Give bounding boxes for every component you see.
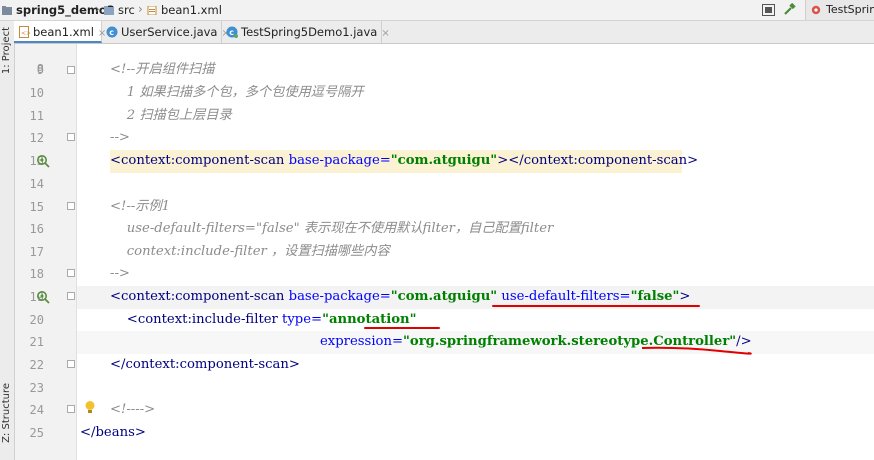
xml-tag: > (679, 289, 691, 304)
code-line-comment[interactable]: <!----> (110, 399, 155, 422)
code-line-comment[interactable]: --> (110, 127, 130, 150)
build-hammer-icon[interactable] (783, 3, 796, 16)
fold-toggle[interactable] (67, 360, 75, 368)
java-test-class-icon: c (226, 26, 238, 38)
xml-value: "com.atguigu" (390, 153, 498, 168)
line-number: 18 (29, 267, 44, 281)
line-number: 24 (29, 403, 44, 417)
code-line-comment[interactable]: 1 如果扫描多个包，多个包使用逗号隔开 (110, 82, 364, 105)
xml-attribute: use-default-filters= (497, 289, 631, 304)
java-class-icon: c (106, 26, 118, 38)
line-number: 15 (29, 200, 44, 214)
close-tab-icon[interactable]: × (381, 28, 389, 39)
code-line-comment[interactable]: use-default-filters="false" 表示现在不使用默认fil… (110, 218, 554, 241)
xml-tag: <context:include-filter (110, 312, 283, 327)
editor-tab-bar: <> bean1.xml × c UserService.java × c TestSpr… (14, 21, 874, 44)
code-line-comment[interactable]: 2 扫描包上层目录 (110, 105, 232, 128)
xml-attribute: type= (282, 312, 323, 327)
fold-toggle[interactable] (67, 292, 75, 300)
code-line-comment[interactable]: context:include-filter ，设置扫描哪些内容 (110, 241, 390, 264)
tab-userservice-java[interactable]: c UserService.java × (102, 21, 230, 43)
line-number: 12 (29, 131, 44, 145)
window-layout-icon[interactable] (762, 4, 775, 16)
line-number: 11 (29, 109, 44, 123)
annotation-underline (492, 305, 700, 307)
xml-value: "com.atguigu" (390, 289, 498, 304)
tab-bean1-xml[interactable]: <> bean1.xml × (14, 21, 106, 43)
code-line-component-scan[interactable]: <context:component-scan base-package="co… (110, 150, 698, 173)
xml-attribute: base-package= (288, 289, 391, 304)
svg-text:<>: <> (21, 30, 30, 37)
line-number: 23 (29, 381, 44, 395)
intention-bulb-icon[interactable] (84, 400, 96, 415)
xml-tag: <context:component-scan (110, 153, 289, 168)
breadcrumb-separator: › (138, 2, 143, 16)
xml-value: "false" (630, 289, 680, 304)
xml-attribute: expression= (320, 334, 404, 349)
xml-value: "annotation" (322, 312, 417, 327)
fold-toggle[interactable] (67, 133, 75, 141)
project-folder-icon (2, 6, 12, 15)
xml-tag: ></context:component-scan> (497, 153, 699, 168)
code-line-comment[interactable]: <!--示例1 (110, 196, 170, 219)
xml-file-icon: <> (19, 26, 30, 38)
xml-attribute: base-package= (288, 153, 391, 168)
line-number: 17 (29, 245, 44, 259)
fold-toggle[interactable] (67, 269, 75, 277)
code-line-comment[interactable]: <!--开启组件扫描 (110, 59, 214, 82)
breadcrumb-file[interactable]: bean1.xml (147, 3, 222, 17)
line-number: 14 (29, 177, 44, 191)
code-line-closing-tag[interactable]: </context:component-scan> (110, 354, 300, 377)
code-line-closing-beans[interactable]: </beans> (80, 422, 146, 445)
spring-bean-scan-icon[interactable] (36, 154, 50, 168)
run-configuration-selector[interactable]: TestSpring (805, 0, 874, 20)
folder-icon (104, 6, 114, 15)
tab-testspring5demo1-java[interactable]: c TestSpring5Demo1.java × (222, 21, 390, 43)
navigation-bar: spring5_demo3 › src › bean1.xml TestSpri… (0, 0, 874, 21)
breadcrumb-separator: › (95, 2, 100, 16)
breadcrumb-folder[interactable]: src (104, 3, 135, 17)
line-number: 10 (29, 86, 44, 100)
xml-file-icon (147, 6, 157, 15)
fold-toggle[interactable] (67, 405, 75, 413)
line-number: 22 (29, 358, 44, 372)
run-config-label: TestSpring (826, 3, 874, 16)
xml-tag: <context:component-scan (110, 289, 289, 304)
line-number: 25 (29, 426, 44, 440)
line-number: 21 (29, 335, 44, 349)
fold-toggle[interactable] (67, 202, 75, 210)
run-config-icon (811, 5, 821, 15)
line-number: 20 (29, 313, 44, 327)
svg-text:c: c (109, 28, 114, 37)
annotation-underline (641, 346, 752, 355)
spring-bean-scan-icon[interactable] (36, 290, 50, 304)
line-number: 9 (36, 63, 44, 77)
code-line-comment[interactable]: --> (110, 263, 130, 286)
fold-toggle[interactable] (67, 66, 75, 74)
line-number: 16 (29, 222, 44, 236)
svg-text:c: c (229, 28, 234, 37)
annotation-underline (364, 327, 440, 329)
